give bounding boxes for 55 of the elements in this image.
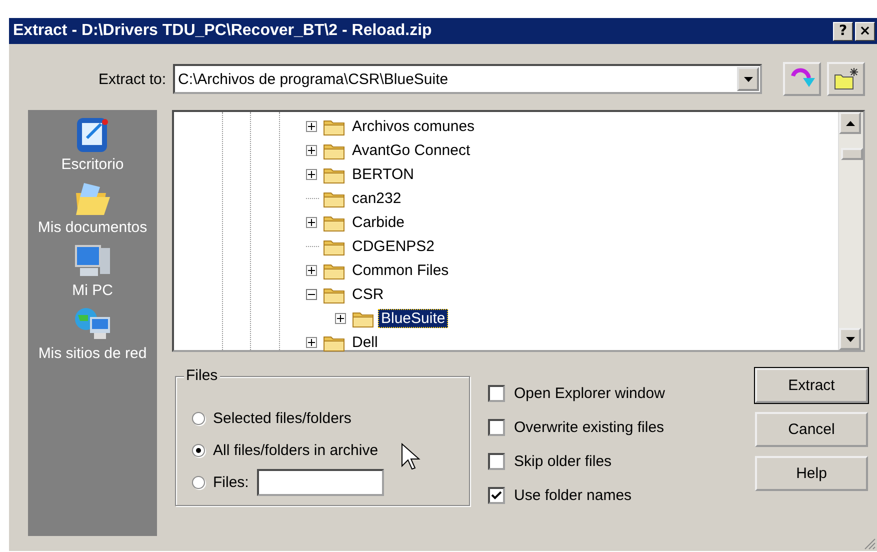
folder-label[interactable]: Carbide bbox=[349, 212, 408, 232]
checkbox-label[interactable]: Open Explorer window bbox=[514, 384, 665, 402]
folder-label[interactable]: Dell bbox=[349, 332, 381, 352]
checkbox-label[interactable]: Use folder names bbox=[514, 486, 632, 504]
place-label[interactable]: Mi PC bbox=[72, 282, 113, 299]
folder-label[interactable]: CSR bbox=[349, 284, 387, 304]
folder-label[interactable]: BlueSuite bbox=[378, 308, 448, 328]
expand-icon[interactable] bbox=[306, 264, 317, 276]
place-label[interactable]: Escritorio bbox=[61, 156, 124, 173]
help-button[interactable]: ? bbox=[833, 22, 853, 40]
place-label[interactable]: Mis documentos bbox=[38, 219, 148, 236]
radio-button[interactable] bbox=[192, 412, 205, 424]
expand-icon[interactable] bbox=[306, 144, 317, 156]
vertical-scrollbar[interactable] bbox=[838, 112, 863, 350]
collapse-icon[interactable] bbox=[306, 288, 317, 300]
resize-grip-icon bbox=[864, 538, 876, 550]
folder-label[interactable]: Archivos comunes bbox=[349, 116, 478, 136]
folder-label[interactable]: AvantGo Connect bbox=[349, 140, 474, 160]
expand-icon[interactable] bbox=[306, 336, 317, 348]
window-title: Extract - D:\Drivers TDU_PC\Recover_BT\2 - Reload.zip bbox=[13, 22, 433, 40]
scroll-thumb[interactable] bbox=[841, 148, 863, 160]
dialog-button[interactable]: Help bbox=[755, 456, 868, 491]
expand-icon[interactable] bbox=[306, 216, 317, 228]
radio-label[interactable]: All files/folders in archive bbox=[213, 442, 378, 458]
checkbox-label[interactable]: Skip older files bbox=[514, 452, 612, 470]
folder-label[interactable]: CDGENPS2 bbox=[349, 236, 438, 256]
dialog-button[interactable]: Cancel bbox=[755, 412, 868, 447]
new-folder-button[interactable] bbox=[827, 62, 865, 96]
checkbox[interactable] bbox=[488, 486, 505, 504]
scroll-up-icon[interactable] bbox=[839, 112, 861, 134]
close-button[interactable]: × bbox=[855, 22, 875, 40]
expand-icon[interactable] bbox=[335, 312, 346, 324]
expand-icon[interactable] bbox=[306, 168, 317, 180]
checkbox[interactable] bbox=[488, 384, 505, 402]
scroll-down-icon[interactable] bbox=[839, 328, 861, 350]
extract-to-label: Extract to: bbox=[97, 70, 167, 88]
checkmark-icon bbox=[491, 490, 502, 500]
dialog-button[interactable]: Extract bbox=[755, 368, 868, 403]
files-input-field[interactable] bbox=[256, 468, 384, 496]
checkbox-label[interactable]: Overwrite existing files bbox=[514, 418, 664, 436]
radio-label[interactable]: Files: bbox=[213, 474, 249, 490]
folder-label[interactable]: can232 bbox=[349, 188, 404, 208]
mouse-cursor-icon bbox=[401, 443, 421, 471]
folder-label[interactable]: Common Files bbox=[349, 260, 452, 280]
checkbox[interactable] bbox=[488, 418, 505, 436]
folder-label[interactable]: BERTON bbox=[349, 164, 417, 184]
expand-icon[interactable] bbox=[306, 120, 317, 132]
curved-arrow-button[interactable] bbox=[783, 62, 821, 96]
place-label[interactable]: Mis sitios de red bbox=[38, 345, 147, 362]
checkbox[interactable] bbox=[488, 452, 505, 470]
radio-button[interactable] bbox=[192, 476, 205, 488]
radio-button[interactable] bbox=[192, 444, 205, 456]
radio-label[interactable]: Selected files/folders bbox=[213, 410, 352, 426]
extract-path-combobox[interactable]: C:\Archivos de programa\CSR\BlueSuite bbox=[173, 64, 762, 94]
new-folder-icon bbox=[832, 66, 860, 92]
